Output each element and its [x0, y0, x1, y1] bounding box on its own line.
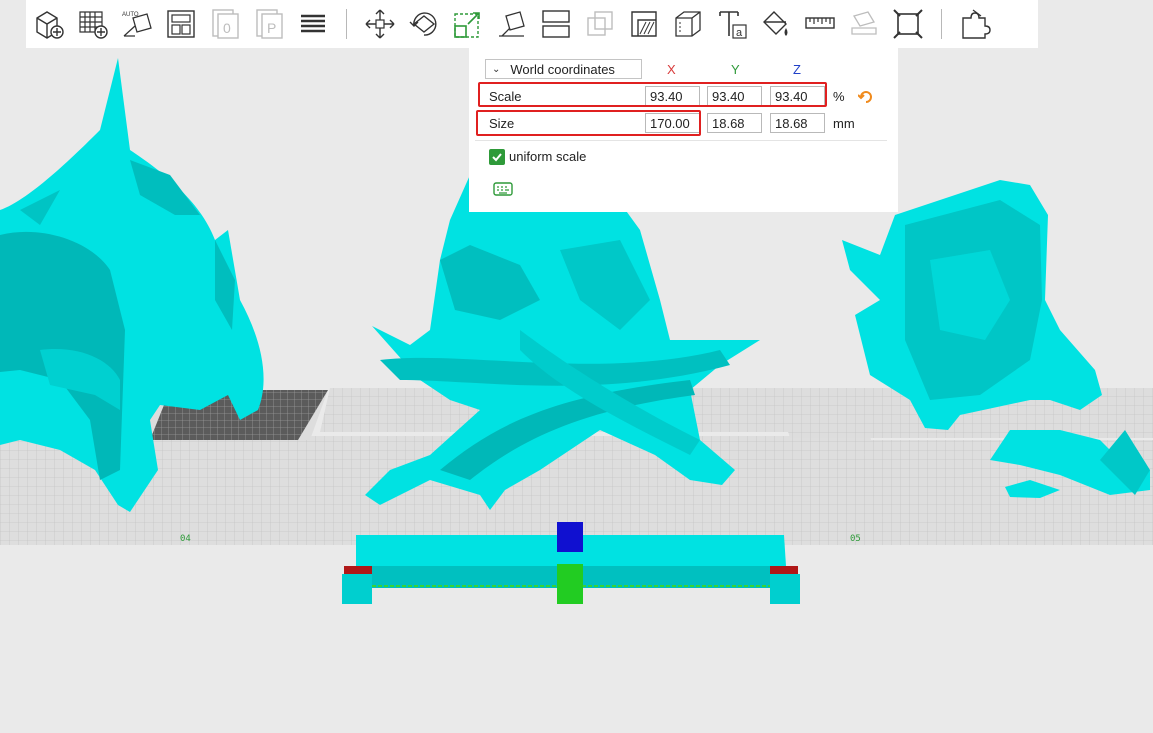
cut-button[interactable]	[669, 5, 707, 43]
keyboard-shortcut-button[interactable]	[493, 182, 513, 201]
text-button[interactable]: a	[713, 5, 751, 43]
split-button[interactable]	[537, 5, 575, 43]
add-cube-button[interactable]	[30, 5, 68, 43]
size-unit: mm	[833, 116, 855, 131]
chevron-down-icon: ⌄	[492, 63, 501, 75]
keyboard-icon	[493, 182, 513, 196]
object-0-icon: 0	[212, 9, 239, 39]
cut-icon	[675, 11, 701, 37]
axis-z-header: Z	[793, 62, 801, 77]
scale-z-field[interactable]	[770, 86, 825, 106]
place-face-icon	[499, 11, 525, 37]
layout-icon	[167, 10, 195, 38]
puzzle-icon	[962, 9, 991, 39]
size-x-field[interactable]	[645, 113, 700, 133]
rotate-button[interactable]	[405, 5, 443, 43]
layers-button[interactable]	[294, 5, 332, 43]
boolean-icon	[587, 11, 613, 36]
scale-label: Scale	[489, 89, 522, 104]
object-0-button[interactable]: 0	[206, 5, 244, 43]
support-paint-icon	[631, 11, 657, 37]
measure-button[interactable]	[801, 5, 839, 43]
paint-bucket-button[interactable]	[757, 5, 795, 43]
move-icon	[365, 9, 395, 39]
plate-label-04: 04	[180, 534, 191, 544]
size-label: Size	[489, 116, 515, 131]
fit-view-icon	[893, 9, 923, 39]
svg-text:P: P	[267, 20, 276, 36]
text-icon: a	[719, 11, 747, 39]
checkmark-icon	[492, 153, 502, 162]
coordinate-mode-select[interactable]: ⌄ World coordinates	[485, 59, 642, 79]
rotate-icon	[409, 12, 437, 36]
scale-button[interactable]	[449, 5, 487, 43]
reset-scale-button[interactable]	[857, 89, 874, 110]
svg-text:0: 0	[223, 20, 231, 36]
layout-button[interactable]	[162, 5, 200, 43]
plate-label-05: 05	[850, 534, 861, 544]
scale-x-field[interactable]	[645, 86, 700, 106]
fit-view-button[interactable]	[889, 5, 927, 43]
main-toolbar: AUTO 0 P a	[26, 0, 1038, 48]
gizmo-z-handle[interactable]	[557, 522, 583, 552]
uniform-scale-checkbox[interactable]	[489, 149, 505, 165]
support-paint-button[interactable]	[625, 5, 663, 43]
place-face-button[interactable]	[493, 5, 531, 43]
add-cube-icon	[36, 11, 64, 39]
puzzle-button[interactable]	[956, 5, 994, 43]
gizmo-y-handle[interactable]	[557, 564, 583, 604]
move-button[interactable]	[361, 5, 399, 43]
panel-divider	[475, 140, 887, 141]
scale-panel: ⌄ World coordinates X Y Z Scale % Size m…	[469, 48, 898, 212]
object-p-button[interactable]: P	[250, 5, 288, 43]
svg-text:a: a	[736, 27, 743, 39]
assembly-button[interactable]	[845, 5, 883, 43]
add-plate-button[interactable]	[74, 5, 112, 43]
scale-icon	[454, 12, 480, 38]
boolean-button[interactable]	[581, 5, 619, 43]
measure-icon	[805, 17, 835, 29]
assembly-icon	[851, 11, 877, 35]
size-z-field[interactable]	[770, 113, 825, 133]
scale-y-field[interactable]	[707, 86, 762, 106]
reset-icon	[857, 91, 872, 103]
layers-icon	[301, 14, 325, 33]
size-y-field[interactable]	[707, 113, 762, 133]
split-icon	[542, 10, 570, 38]
uniform-scale-label: uniform scale	[509, 149, 587, 164]
paint-bucket-icon	[763, 11, 788, 36]
add-plate-icon	[79, 11, 108, 39]
auto-arrange-icon: AUTO	[122, 12, 152, 37]
toolbar-separator	[346, 9, 347, 39]
scale-unit: %	[833, 89, 845, 104]
toolbar-separator	[941, 9, 942, 39]
coordinate-mode-label: World coordinates	[510, 61, 615, 77]
axis-x-header: X	[667, 62, 676, 77]
axis-y-header: Y	[731, 62, 740, 77]
auto-arrange-button[interactable]: AUTO	[118, 5, 156, 43]
object-p-icon: P	[256, 9, 283, 39]
